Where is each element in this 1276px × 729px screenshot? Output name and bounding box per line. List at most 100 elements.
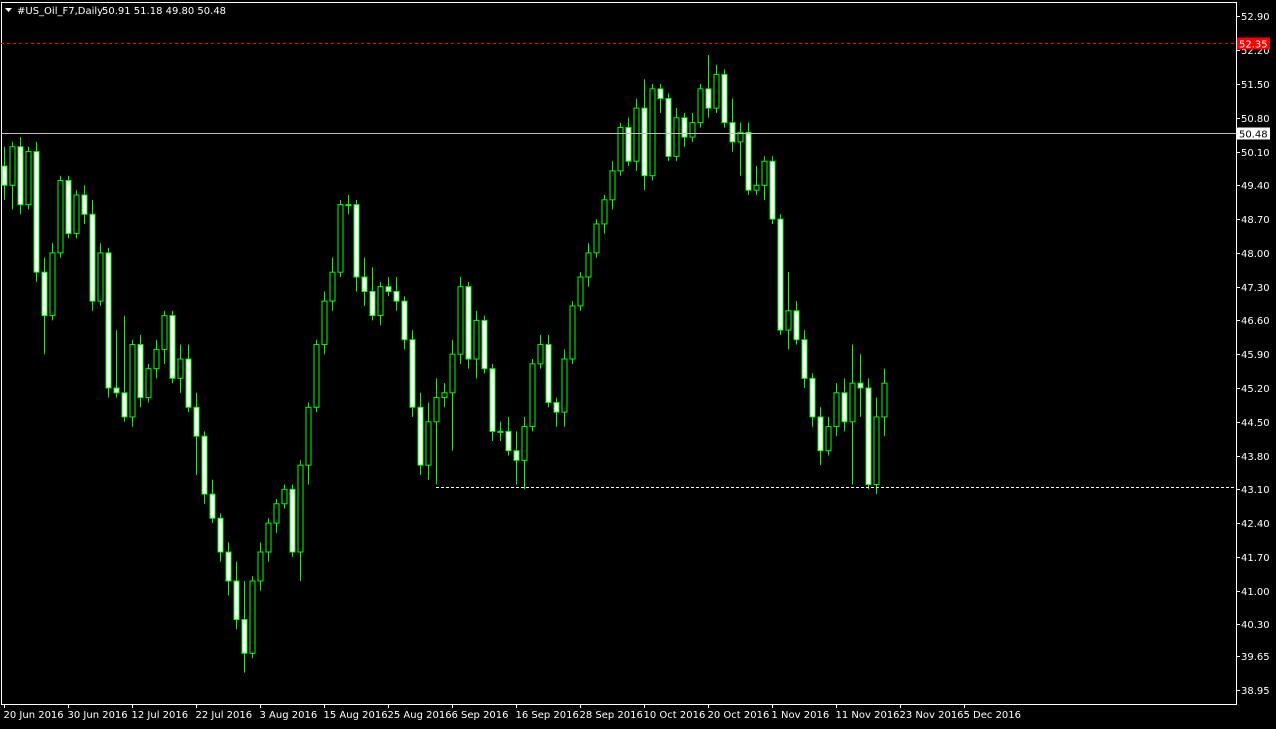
candle-body bbox=[321, 300, 328, 346]
x-tick-label: 10 Oct 2016 bbox=[644, 710, 706, 721]
candle bbox=[89, 199, 96, 311]
candle bbox=[593, 219, 600, 258]
candle-body bbox=[473, 319, 480, 360]
candle bbox=[201, 431, 208, 504]
candle-body bbox=[697, 88, 704, 124]
candle bbox=[665, 93, 672, 162]
candle-body bbox=[401, 300, 408, 341]
candle-body bbox=[113, 387, 120, 394]
candle bbox=[33, 141, 40, 282]
candle-body bbox=[41, 271, 48, 317]
candle-body bbox=[681, 117, 688, 138]
candle-body bbox=[825, 426, 832, 452]
candle bbox=[617, 122, 624, 176]
candle bbox=[865, 378, 872, 490]
candle-body bbox=[305, 406, 312, 466]
candle-body bbox=[225, 551, 232, 582]
candle-body bbox=[121, 392, 128, 418]
candle bbox=[17, 137, 24, 215]
candle-body bbox=[809, 377, 816, 418]
candle-body bbox=[441, 392, 448, 399]
candle-body bbox=[529, 363, 536, 428]
candle-body bbox=[713, 73, 720, 109]
candle-body bbox=[777, 218, 784, 331]
candle-body bbox=[377, 286, 384, 317]
candle-body bbox=[145, 368, 152, 399]
candle-body bbox=[657, 88, 664, 99]
candle-body bbox=[521, 426, 528, 461]
candle-body bbox=[33, 151, 40, 273]
y-tick-label: 50.80 bbox=[1241, 114, 1270, 125]
candle bbox=[569, 301, 576, 364]
candle-body bbox=[217, 517, 224, 553]
candle-body bbox=[241, 619, 248, 654]
candle-body bbox=[881, 382, 888, 418]
y-tick-label: 48.70 bbox=[1241, 215, 1270, 226]
candle-body bbox=[633, 107, 640, 162]
candle-body bbox=[689, 122, 696, 138]
candle bbox=[697, 84, 704, 128]
candle bbox=[529, 359, 536, 432]
candle-body bbox=[393, 290, 400, 302]
y-tick-label: 52.90 bbox=[1241, 12, 1270, 23]
candle-body bbox=[417, 406, 424, 466]
candle bbox=[633, 98, 640, 171]
candle-body bbox=[97, 252, 104, 302]
candle-body bbox=[345, 204, 352, 207]
candlestick-chart[interactable]: 52.9052.2051.5050.8050.1049.4048.7048.00… bbox=[0, 0, 1276, 725]
candle-body bbox=[665, 97, 672, 157]
candle-body bbox=[49, 252, 56, 317]
candle-body bbox=[337, 204, 344, 273]
candle-body bbox=[81, 194, 88, 215]
candle bbox=[129, 339, 136, 427]
candle-body bbox=[129, 344, 136, 418]
candle-body bbox=[785, 310, 792, 331]
candle-body bbox=[161, 315, 168, 350]
candle-body bbox=[193, 406, 200, 437]
candle bbox=[457, 277, 464, 364]
candle bbox=[465, 281, 472, 369]
y-tick-label: 41.70 bbox=[1241, 553, 1270, 564]
candle-body bbox=[873, 416, 880, 485]
candle bbox=[649, 84, 656, 181]
candle-body bbox=[673, 117, 680, 157]
candle-body bbox=[585, 252, 592, 278]
candle-body bbox=[369, 290, 376, 317]
candle-body bbox=[89, 213, 96, 302]
y-tick-label: 49.40 bbox=[1241, 181, 1270, 192]
candle-body bbox=[745, 131, 752, 191]
candle-body bbox=[169, 315, 176, 379]
candle-body bbox=[273, 503, 280, 524]
candle-body bbox=[561, 358, 568, 413]
candle bbox=[321, 291, 328, 355]
candle-body bbox=[857, 382, 864, 389]
y-tick-label: 50.10 bbox=[1241, 148, 1270, 159]
candle-body bbox=[609, 170, 616, 201]
x-tick-label: 30 Jun 2016 bbox=[68, 710, 128, 721]
current-price-label: 50.48 bbox=[1239, 130, 1268, 141]
y-tick-label: 39.65 bbox=[1241, 652, 1270, 663]
y-tick-label: 44.50 bbox=[1241, 418, 1270, 429]
price-axis[interactable]: 52.9052.2051.5050.8050.1049.4048.7048.00… bbox=[1236, 12, 1270, 697]
x-tick-label: 3 Aug 2016 bbox=[260, 710, 318, 721]
candle-body bbox=[257, 551, 264, 582]
candle-body bbox=[425, 421, 432, 466]
candle bbox=[25, 146, 32, 210]
chart-window[interactable]: 52.90 52.20 51.50 50.80 50.10 49.40 48.70 48.00… bbox=[0, 0, 1276, 725]
candle-body bbox=[505, 430, 512, 452]
candle bbox=[481, 315, 488, 374]
candle-body bbox=[281, 488, 288, 505]
candle-body bbox=[625, 126, 632, 162]
candle bbox=[105, 248, 112, 398]
candle-body bbox=[177, 358, 184, 379]
candle-body bbox=[249, 580, 256, 654]
x-tick-label: 1 Nov 2016 bbox=[772, 710, 830, 721]
x-tick-label: 28 Sep 2016 bbox=[580, 710, 643, 721]
candle-body bbox=[705, 88, 712, 109]
candle-body bbox=[1, 165, 8, 186]
x-tick-label: 23 Nov 2016 bbox=[900, 710, 964, 721]
y-tick-label: 41.00 bbox=[1241, 587, 1270, 598]
x-tick-label: 6 Sep 2016 bbox=[452, 710, 509, 721]
x-tick-label: 20 Jun 2016 bbox=[4, 710, 64, 721]
candle bbox=[249, 576, 256, 659]
